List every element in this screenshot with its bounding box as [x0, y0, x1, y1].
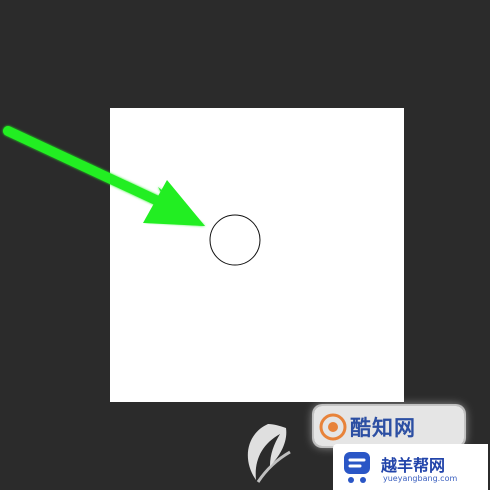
- watermark-kuzhi: 酷知网: [314, 406, 464, 446]
- watermark-domain: yueyangbang.com: [383, 474, 458, 483]
- watermark-kuzhi-text: 酷知网: [350, 416, 416, 440]
- watermark-leaf-icon: [247, 424, 291, 483]
- watermark-yueyangbang: 越羊帮网 yueyangbang.com: [333, 444, 488, 490]
- arrow-icon: [3, 126, 205, 226]
- circle-icon[interactable]: [209, 214, 261, 266]
- yueyangbang-logo-icon: [344, 452, 370, 483]
- canvas-area[interactable]: 酷知网 越羊帮网 yueyangbang.com: [0, 0, 490, 490]
- kuzhi-logo-icon: [319, 413, 347, 441]
- watermark-yueyangbang-text: 越羊帮网: [381, 456, 446, 475]
